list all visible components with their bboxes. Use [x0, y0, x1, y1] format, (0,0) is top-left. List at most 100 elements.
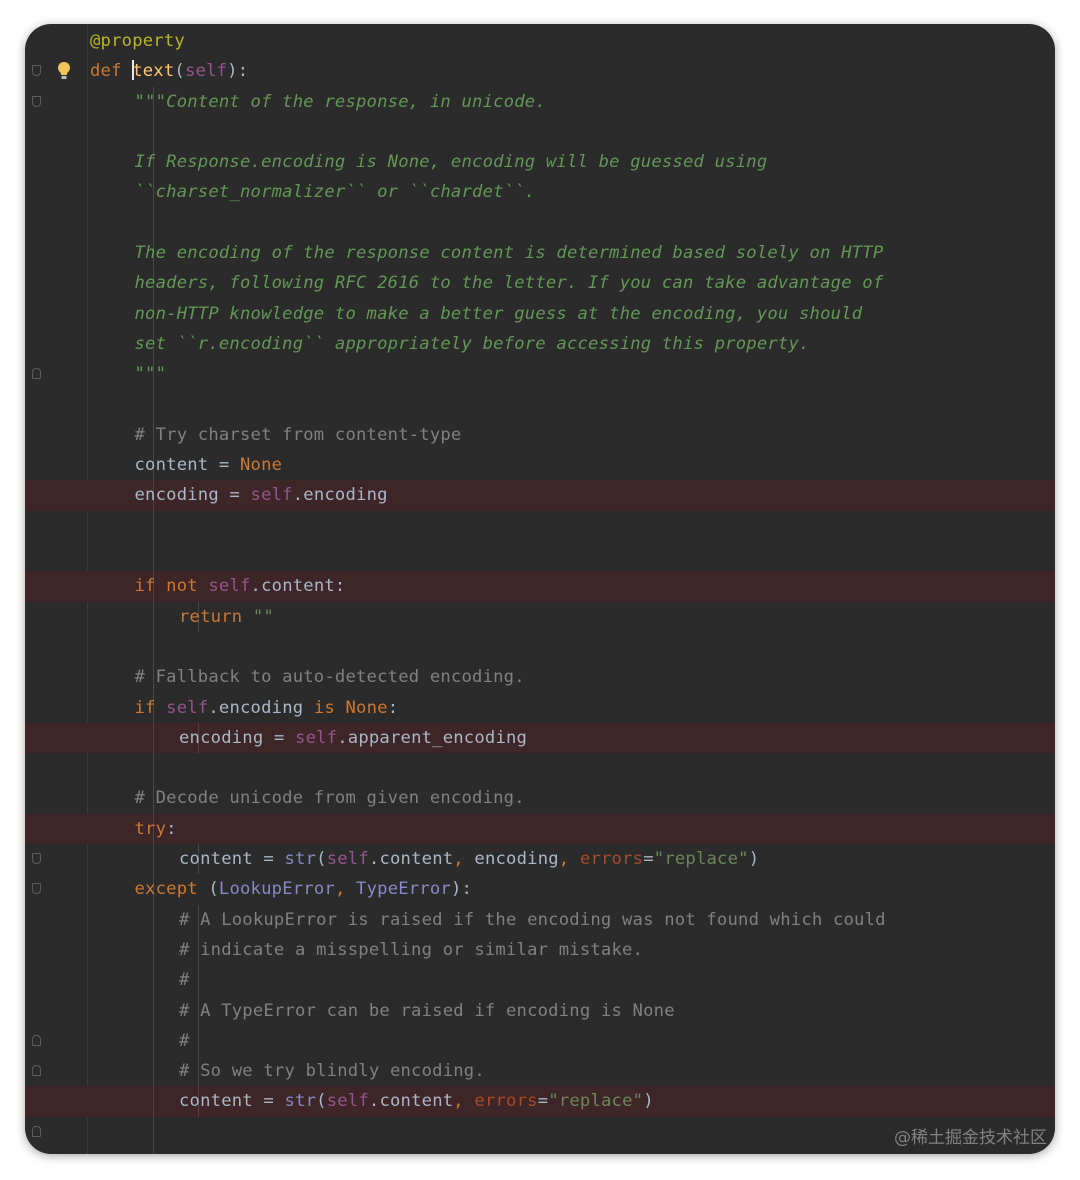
fold-marker-icon[interactable]: [32, 95, 41, 107]
code-line[interactable]: The encoding of the response content is …: [25, 238, 1055, 269]
code-line[interactable]: [25, 389, 1055, 420]
code-line[interactable]: # A LookupError is raised if the encodin…: [25, 904, 1055, 935]
code-text: # So we try blindly encoding.: [179, 1056, 485, 1086]
code-token: # A LookupError is raised if the encodin…: [179, 909, 886, 930]
code-line[interactable]: content = str(self.content, errors="repl…: [25, 1086, 1055, 1117]
code-lines[interactable]: @property def text(self): """Content of th…: [25, 26, 1055, 1154]
code-text: # Fallback to auto-detected encoding.: [135, 662, 525, 692]
code-text: def text(self):: [90, 56, 248, 86]
code-line[interactable]: [25, 510, 1055, 542]
code-line[interactable]: # indicate a misspelling or similar mist…: [25, 934, 1055, 966]
code-line[interactable]: @property: [25, 26, 1055, 56]
code-token: encoding =: [179, 727, 296, 748]
indent-guide: [153, 722, 154, 754]
code-line[interactable]: def text(self):: [25, 56, 1055, 86]
code-line[interactable]: ``charset_normalizer`` or ``chardet``.: [25, 177, 1055, 208]
code-line[interactable]: if self.encoding is None:: [25, 692, 1055, 723]
code-token: TypeError: [356, 879, 451, 900]
code-token: headers, following RFC 2616 to the lette…: [134, 273, 884, 294]
code-line[interactable]: [25, 116, 1055, 148]
code-line[interactable]: try:: [25, 813, 1055, 845]
code-token: None: [239, 455, 283, 476]
code-line[interactable]: If Response.encoding is None, encoding w…: [25, 147, 1055, 178]
code-text: """: [135, 359, 167, 389]
code-text: # A TypeError can be raised if encoding …: [179, 996, 675, 1026]
code-line[interactable]: content = str(self.content, encoding, er…: [25, 844, 1055, 875]
code-line[interactable]: #: [25, 965, 1055, 996]
code-token: "": [252, 606, 274, 627]
code-line[interactable]: # So we try blindly encoding.: [25, 1056, 1055, 1087]
indent-guide: [153, 601, 154, 632]
code-line[interactable]: """: [25, 359, 1055, 390]
code-token: .content: [368, 849, 454, 870]
code-text: return content: [135, 1147, 283, 1154]
code-token: set ``r.encoding`` appropriately before …: [134, 333, 810, 354]
code-token: ,: [334, 879, 357, 900]
code-line[interactable]: headers, following RFC 2616 to the lette…: [25, 268, 1055, 299]
code-text: except (LookupError, TypeError):: [135, 874, 473, 904]
code-token: content =: [134, 455, 240, 476]
fold-marker-icon[interactable]: [32, 1065, 41, 1077]
lightbulb-icon[interactable]: [57, 61, 71, 81]
indent-guide: [153, 753, 154, 784]
code-line[interactable]: [25, 207, 1055, 239]
code-token: The encoding of the response content is …: [134, 243, 884, 264]
code-text: content = str(self.content, errors="repl…: [179, 1086, 654, 1116]
code-token: :: [166, 818, 177, 839]
code-token: ):: [450, 879, 473, 900]
code-token: # A TypeError can be raised if encoding …: [179, 1000, 675, 1021]
code-line[interactable]: except (LookupError, TypeError):: [25, 874, 1055, 905]
code-token: encoding =: [134, 485, 251, 506]
code-line[interactable]: [25, 541, 1055, 572]
code-line[interactable]: encoding = self.encoding: [25, 480, 1055, 511]
code-token: self: [166, 697, 209, 718]
code-line[interactable]: # Fallback to auto-detected encoding.: [25, 662, 1055, 693]
code-line[interactable]: return "": [25, 601, 1055, 632]
code-token: (: [316, 1091, 327, 1112]
code-line[interactable]: # Try charset from content-type: [25, 419, 1055, 451]
code-text: # Decode unicode from given encoding.: [135, 783, 525, 813]
code-text: """Content of the response, in unicode.: [135, 87, 546, 117]
indent-guide: [153, 1086, 154, 1117]
code-token: errors: [474, 1091, 538, 1112]
code-token: ):: [227, 61, 249, 82]
code-text: encoding = self.apparent_encoding: [179, 723, 527, 753]
code-text: @property: [90, 26, 185, 56]
code-token: ,: [453, 1091, 475, 1112]
indent-guide: [153, 1116, 154, 1147]
code-token: :: [387, 697, 399, 718]
indent-guide: [153, 995, 154, 1026]
indent-guide: [153, 965, 154, 996]
code-token: =: [537, 1091, 549, 1112]
fold-marker-icon[interactable]: [32, 65, 41, 77]
code-editor[interactable]: @property def text(self): """Content of th…: [25, 24, 1055, 1154]
fold-marker-icon[interactable]: [32, 883, 41, 895]
code-line[interactable]: """Content of the response, in unicode.: [25, 86, 1055, 117]
code-token: "replace": [548, 1091, 644, 1112]
code-line[interactable]: [25, 753, 1055, 784]
code-token: .content:: [250, 576, 346, 597]
code-token: .content: [368, 1091, 454, 1112]
code-line[interactable]: # A TypeError can be raised if encoding …: [25, 995, 1055, 1026]
code-text: # A LookupError is raised if the encodin…: [179, 905, 886, 935]
watermark: @稀土掘金技术社区: [894, 1128, 1047, 1148]
code-text: If Response.encoding is None, encoding w…: [135, 147, 768, 177]
code-line[interactable]: content = None: [25, 450, 1055, 481]
code-line[interactable]: # Decode unicode from given encoding.: [25, 783, 1055, 814]
code-token: .encoding: [208, 697, 314, 718]
code-line[interactable]: #: [25, 1025, 1055, 1057]
code-line[interactable]: non-HTTP knowledge to make a better gues…: [25, 298, 1055, 329]
indent-guide: [153, 116, 154, 148]
fold-marker-icon[interactable]: [32, 1125, 41, 1137]
code-line[interactable]: encoding = self.apparent_encoding: [25, 722, 1055, 754]
code-line[interactable]: [25, 631, 1055, 663]
indent-guide: [153, 844, 154, 875]
fold-marker-icon[interactable]: [32, 368, 41, 380]
code-token: # indicate a misspelling or similar mist…: [179, 939, 644, 960]
fold-marker-icon[interactable]: [32, 1034, 41, 1046]
code-token: except: [134, 879, 209, 900]
code-line[interactable]: if not self.content:: [25, 571, 1055, 602]
code-line[interactable]: return content: [25, 1146, 1055, 1154]
fold-marker-icon[interactable]: [32, 853, 41, 865]
code-line[interactable]: set ``r.encoding`` appropriately before …: [25, 328, 1055, 360]
